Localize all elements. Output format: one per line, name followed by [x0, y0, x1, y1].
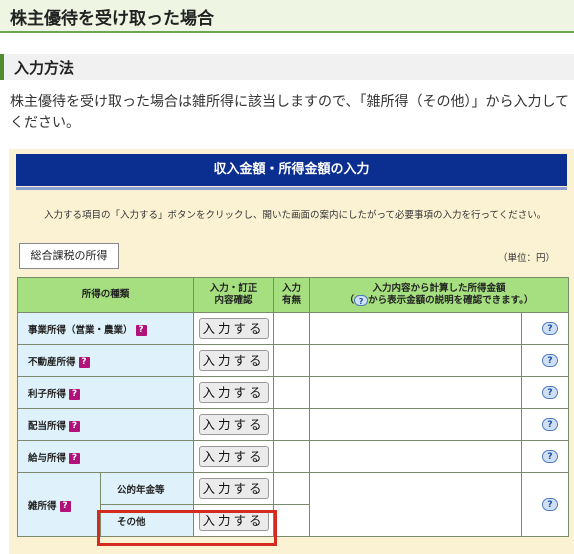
row-label-text: 配当所得 — [28, 420, 67, 432]
income-table: 所得の種類 入力・訂正 内容確認 入力 有無 入力内容から計算した所得金額 （?… — [16, 277, 570, 537]
unit-label: （単位：円） — [498, 253, 556, 264]
table-header-row: 所得の種類 入力・訂正 内容確認 入力 有無 入力内容から計算した所得金額 （?… — [16, 277, 570, 313]
status-cell — [273, 408, 311, 441]
table-row: 給与所得? 入力する ? — [16, 440, 570, 473]
input-button-public-pension[interactable]: 入力する — [198, 478, 269, 499]
table-row: 配当所得? 入力する ? — [16, 408, 570, 441]
row-label-real-estate: 不動産所得? — [16, 344, 195, 377]
header-amount-line1: 入力内容から計算した所得金額 — [372, 283, 506, 294]
header-status-line2: 有無 — [282, 295, 302, 306]
status-cell — [273, 440, 311, 473]
row-label-public-pension: 公的年金等 — [99, 472, 195, 505]
header-income-kind: 所得の種類 — [16, 277, 195, 313]
help-icon[interactable]: ? — [135, 324, 147, 336]
status-cell — [273, 376, 311, 409]
help-icon[interactable]: ? — [59, 500, 71, 512]
question-icon[interactable]: ? — [542, 322, 559, 335]
help-icon[interactable]: ? — [69, 452, 81, 464]
row-label-text: 利子所得 — [28, 388, 67, 400]
question-icon[interactable]: ? — [542, 450, 559, 463]
input-button-dividend[interactable]: 入力する — [198, 414, 269, 435]
header-edit-line1: 入力・訂正 — [209, 283, 258, 294]
header-amount-pre: （ — [344, 295, 355, 306]
question-icon[interactable]: ? — [542, 354, 559, 367]
table-row: 雑所得? 公的年金等 入力する ? — [17, 472, 570, 537]
input-button-real-estate[interactable]: 入力する — [198, 350, 269, 371]
row-label-text: 給与所得 — [28, 452, 67, 464]
question-icon[interactable]: ? — [542, 386, 559, 399]
row-label-dividend: 配当所得? — [16, 408, 195, 441]
help-icon[interactable]: ? — [78, 356, 90, 368]
income-input-panel: 収入金額・所得金額の入力 入力する項目の「入力する」ボタンをクリックし、開いた画… — [9, 149, 574, 554]
row-label-text: 事業所得（営業・農業） — [28, 324, 133, 336]
page-header: 株主優待を受け取った場合 — [0, 0, 574, 33]
question-icon: ? — [354, 295, 369, 306]
panel-banner: 収入金額・所得金額の入力 — [16, 154, 567, 190]
row-label-business: 事業所得（営業・農業）? — [16, 312, 195, 345]
header-edit: 入力・訂正 内容確認 — [193, 277, 275, 313]
amount-cell — [309, 312, 523, 345]
input-button-interest[interactable]: 入力する — [198, 382, 269, 403]
row-label-salary: 給与所得? — [16, 440, 195, 473]
status-cell — [273, 472, 311, 505]
header-amount: 入力内容から計算した所得金額 （? から表示金額の説明を確認できます。） — [309, 277, 570, 313]
status-cell — [273, 504, 311, 537]
input-button-business[interactable]: 入力する — [198, 318, 269, 339]
instruction-text: 入力する項目の「入力する」ボタンをクリックし、開いた画面の案内にしたがって必要事… — [44, 210, 547, 221]
table-row: 事業所得（営業・農業）? 入力する ? — [16, 312, 570, 345]
header-status-line1: 入力 — [282, 283, 302, 294]
amount-cell — [309, 440, 523, 473]
row-label-misc: 雑所得? — [17, 472, 101, 537]
help-icon[interactable]: ? — [69, 420, 81, 432]
header-edit-line2: 内容確認 — [214, 295, 253, 306]
section-title: 入力方法 — [14, 59, 75, 77]
header-amount-post: から表示金額の説明を確認できます。） — [368, 295, 534, 306]
help-icon[interactable]: ? — [69, 388, 81, 400]
amount-cell — [309, 408, 523, 441]
question-icon[interactable]: ? — [542, 418, 559, 431]
amount-cell — [309, 376, 523, 409]
section-heading: 入力方法 — [0, 54, 574, 80]
input-button-salary[interactable]: 入力する — [198, 446, 269, 467]
table-row: 不動産所得? 入力する ? — [16, 344, 570, 377]
question-icon[interactable]: ? — [542, 498, 559, 511]
comprehensive-income-tab[interactable]: 総合課税の所得 — [19, 243, 119, 269]
status-cell — [273, 344, 311, 377]
row-label-text: 雑所得 — [28, 500, 57, 512]
row-label-text: 不動産所得 — [28, 356, 76, 368]
status-cell — [273, 312, 311, 345]
row-label-interest: 利子所得? — [16, 376, 195, 409]
highlight-box — [97, 510, 277, 546]
table-row: 利子所得? 入力する ? — [16, 376, 570, 409]
header-status: 入力 有無 — [273, 277, 311, 313]
description-text: 株主優待を受け取った場合は雑所得に該当しますので、「雑所得（その他）」から入力し… — [10, 94, 570, 131]
amount-cell — [309, 472, 523, 537]
page-title: 株主優待を受け取った場合 — [10, 9, 214, 29]
amount-cell — [309, 344, 523, 377]
